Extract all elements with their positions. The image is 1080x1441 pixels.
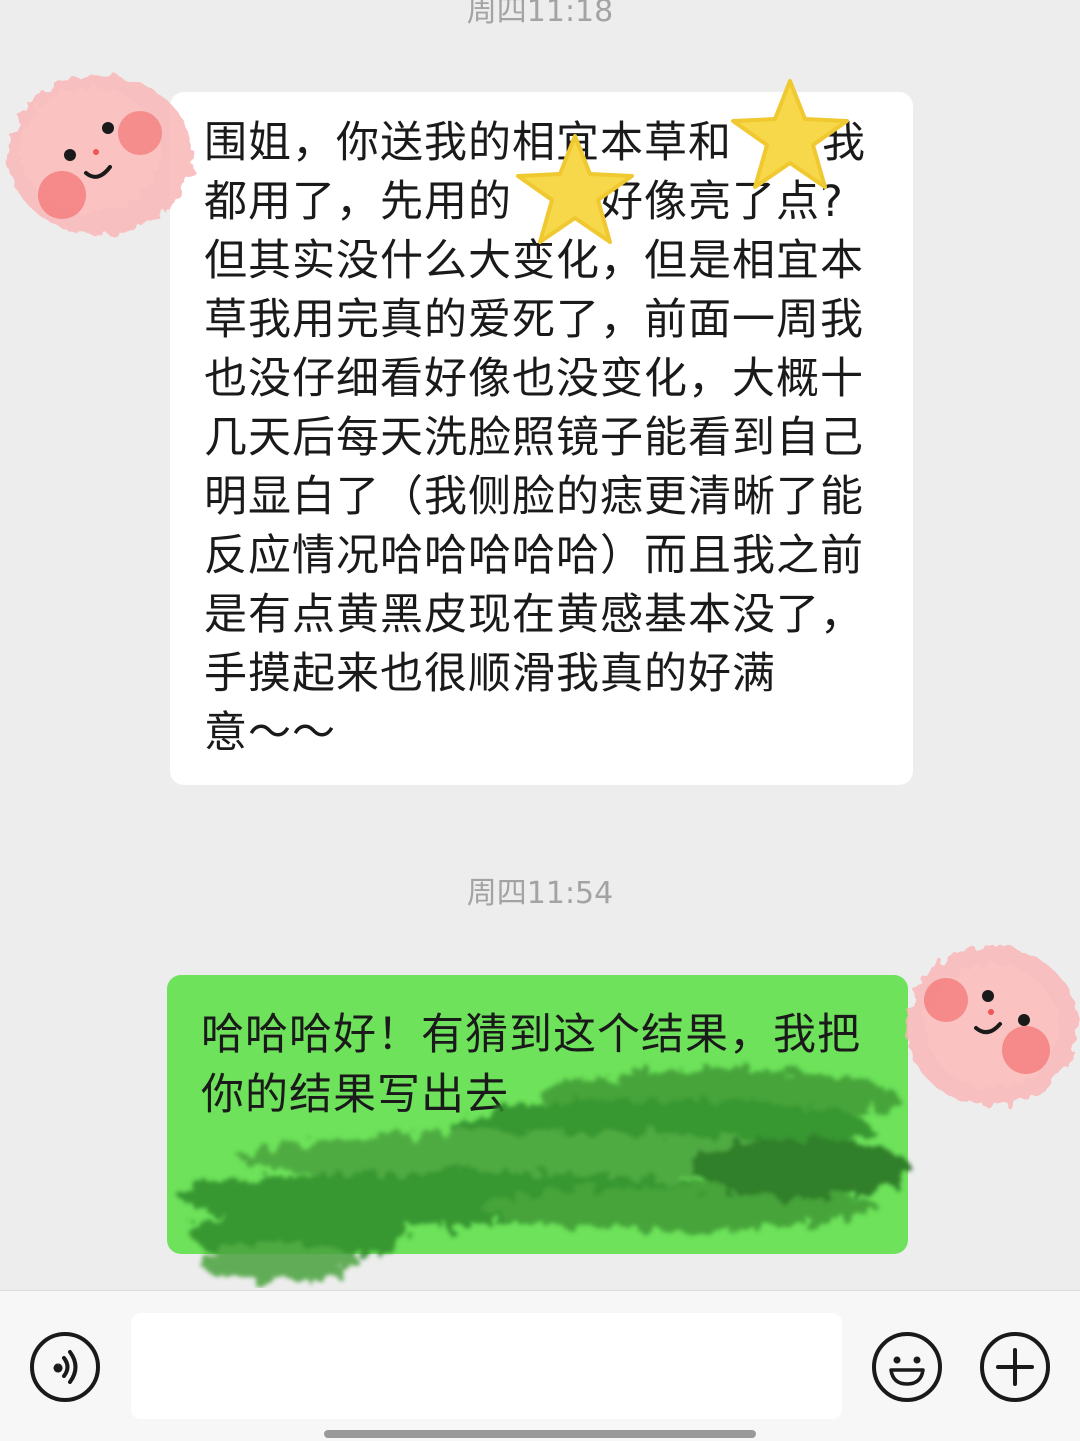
emoji-button[interactable] [872,1332,942,1402]
incoming-line-9: 是有点黄黑皮现在黄感基本没了， [204,590,864,640]
incoming-line-2a: 都用了，先用的 [204,177,512,227]
incoming-line-6: 几天后每天洗脸照镜子能看到自己 [204,413,864,463]
incoming-line-1b: 我 [822,118,866,168]
outgoing-line-1: 哈哈哈好！有猜到这个结果，我把 [201,1010,861,1060]
incoming-line-10: 手摸起来也很顺滑我真的好满 [204,649,776,699]
incoming-line-5: 也没仔细看好像也没变化，大概十 [204,354,864,404]
home-indicator [324,1430,756,1438]
message-input[interactable] [131,1313,842,1419]
redaction-scribble [180,1070,910,1283]
incoming-message-text: 围姐，你送我的相宜本草和 我 都用了，先用的 好像亮了点? 但其实没什么大变化，但是… [204,114,883,763]
incoming-message-bubble[interactable]: 围姐，你送我的相宜本草和 我 都用了，先用的 好像亮了点? 但其实没什么大变化，但是… [170,92,913,785]
incoming-line-2b: 好像亮了点? [600,177,844,227]
chat-area[interactable]: 周四11:18 围姐，你送我的相宜本草和 我 都用了，先用的 好像亮了点? 但其实没… [0,0,1080,1290]
more-button[interactable] [980,1332,1050,1402]
voice-icon [53,1350,78,1384]
input-bar [0,1290,1080,1441]
plus-icon [996,1348,1034,1386]
timestamp: 周四11:18 [466,0,614,29]
incoming-line-4: 草我用完真的爱死了，前面一周我 [204,295,864,345]
incoming-line-3: 但其实没什么大变化，但是相宜本 [204,236,864,286]
voice-button[interactable] [30,1332,100,1402]
incoming-line-11: 意～～ [204,708,336,758]
incoming-line-1a: 围姐，你送我的相宜本草和 [204,118,732,168]
incoming-line-7: 明显白了（我侧脸的痣更清晰了能 [204,472,864,522]
incoming-line-8: 反应情况哈哈哈哈哈）而且我之前 [204,531,864,581]
emoji-icon [889,1356,925,1386]
timestamp: 周四11:54 [466,876,614,911]
